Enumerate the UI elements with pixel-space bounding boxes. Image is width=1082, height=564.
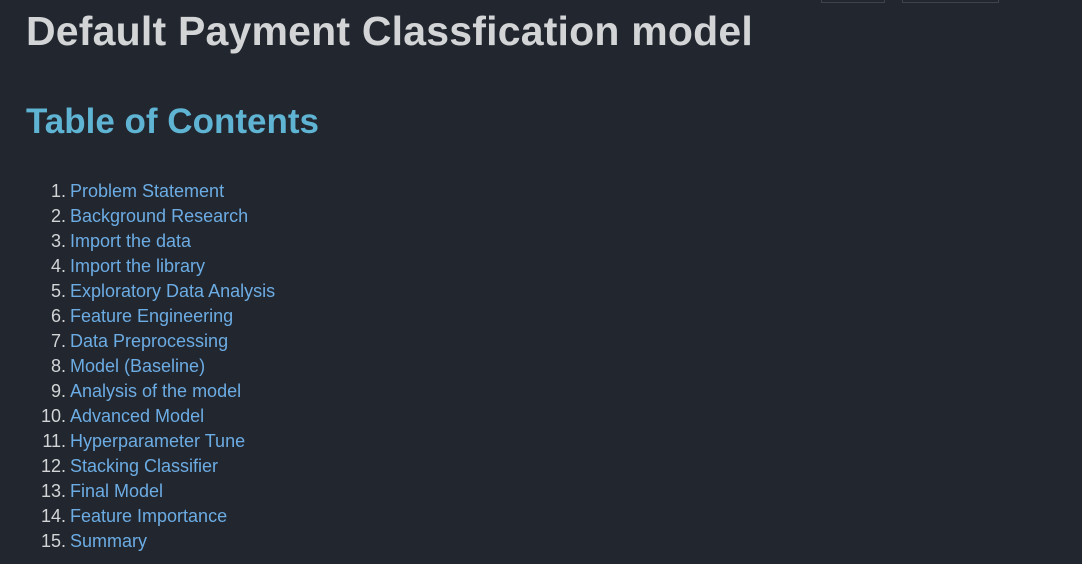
toc-link-final-model[interactable]: Final Model: [70, 479, 163, 504]
toc-item: 12. Stacking Classifier: [0, 454, 275, 479]
toc-item-number: 2.: [50, 206, 66, 226]
toc-item: 11. Hyperparameter Tune: [0, 429, 275, 454]
toc-item-number: 1.: [50, 181, 66, 201]
toc-link-stacking-classifier[interactable]: Stacking Classifier: [70, 454, 218, 479]
toc-link-summary[interactable]: Summary: [70, 529, 147, 554]
toc-item-number: 13.: [40, 481, 66, 501]
toc-item: 5. Exploratory Data Analysis: [0, 279, 275, 304]
toc-link-model-baseline[interactable]: Model (Baseline): [70, 354, 205, 379]
toc-item: 7. Data Preprocessing: [0, 329, 275, 354]
toc-item-number: 12.: [40, 456, 66, 476]
toc-item: 1. Problem Statement: [0, 179, 275, 204]
toc-item-number: 10.: [40, 406, 66, 426]
toc-item: 14. Feature Importance: [0, 504, 275, 529]
toc-item-number: 11.: [42, 431, 66, 451]
toc-item: 4. Import the library: [0, 254, 275, 279]
toc-link-import-data[interactable]: Import the data: [70, 229, 191, 254]
toc-item: 6. Feature Engineering: [0, 304, 275, 329]
toc-heading: Table of Contents: [26, 102, 319, 141]
toc-item-number: 6.: [50, 306, 66, 326]
toc-item: 8. Model (Baseline): [0, 354, 275, 379]
toc-item-number: 14.: [40, 506, 66, 526]
toc-item: 15. Summary: [0, 529, 275, 554]
toc-item: 10. Advanced Model: [0, 404, 275, 429]
toc-item-number: 4.: [50, 256, 66, 276]
toc-item-number: 3.: [50, 231, 66, 251]
toc-item-number: 15.: [40, 531, 66, 551]
toc-link-advanced-model[interactable]: Advanced Model: [70, 404, 204, 429]
toc-item-number: 8.: [50, 356, 66, 376]
toc-link-background-research[interactable]: Background Research: [70, 204, 248, 229]
toc-item: 2. Background Research: [0, 204, 275, 229]
toolbar-tab-1[interactable]: [821, 0, 885, 3]
toolbar-tab-2[interactable]: [902, 0, 999, 3]
toc-list: 1. Problem Statement 2. Background Researc…: [0, 179, 275, 554]
toc-link-eda[interactable]: Exploratory Data Analysis: [70, 279, 275, 304]
toc-item: 9. Analysis of the model: [0, 379, 275, 404]
toc-link-import-library[interactable]: Import the library: [70, 254, 205, 279]
toc-link-problem-statement[interactable]: Problem Statement: [70, 179, 224, 204]
toc-item: 3. Import the data: [0, 229, 275, 254]
toc-item-number: 7.: [50, 331, 66, 351]
toc-link-feature-engineering[interactable]: Feature Engineering: [70, 304, 233, 329]
toc-link-hyperparameter-tune[interactable]: Hyperparameter Tune: [70, 429, 245, 454]
page-title: Default Payment Classfication model: [26, 8, 753, 54]
toc-link-feature-importance[interactable]: Feature Importance: [70, 504, 227, 529]
toc-item-number: 5.: [50, 281, 66, 301]
toc-item-number: 9.: [50, 381, 66, 401]
toc-item: 13. Final Model: [0, 479, 275, 504]
toc-link-model-analysis[interactable]: Analysis of the model: [70, 379, 241, 404]
toc-link-data-preprocessing[interactable]: Data Preprocessing: [70, 329, 228, 354]
